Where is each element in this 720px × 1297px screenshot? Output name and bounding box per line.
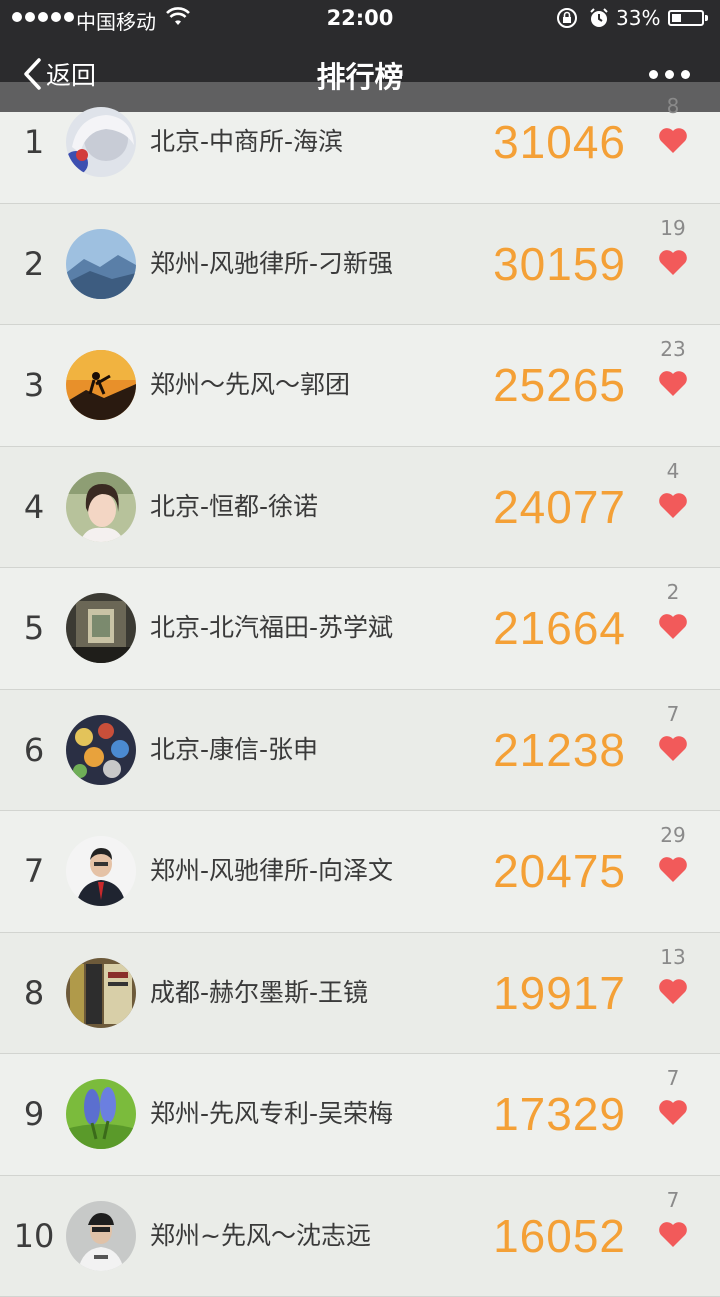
user-name: 郑州~先风～沈志远 — [150, 1176, 371, 1296]
rank-number: 1 — [12, 82, 56, 202]
more-dot-icon — [681, 70, 690, 79]
like-count: 23 — [650, 337, 696, 361]
avatar[interactable] — [66, 229, 136, 299]
score: 21664 — [493, 568, 626, 688]
battery-icon — [668, 10, 704, 26]
ranking-list: 1 北京-中商所-海滨 31046 8 2 郑州-风驰律所-刁新强 30159 19 3 郑州～先… — [0, 82, 720, 1297]
avatar[interactable] — [66, 958, 136, 1028]
heart-icon[interactable] — [658, 734, 688, 762]
ranking-row[interactable]: 5 北京-北汽福田-苏学斌 21664 2 — [0, 568, 720, 690]
score: 19917 — [493, 933, 626, 1053]
avatar[interactable] — [66, 593, 136, 663]
avatar[interactable] — [66, 836, 136, 906]
user-name: 北京-中商所-海滨 — [150, 82, 343, 202]
user-name: 郑州-风驰律所-刁新强 — [150, 204, 393, 324]
user-name: 郑州-风驰律所-向泽文 — [150, 811, 393, 931]
avatar[interactable] — [66, 715, 136, 785]
ranking-row[interactable]: 4 北京-恒都-徐诺 24077 4 — [0, 447, 720, 569]
like-count: 4 — [650, 459, 696, 483]
like-count: 2 — [650, 580, 696, 604]
rank-number: 6 — [12, 690, 56, 810]
rank-number: 9 — [12, 1054, 56, 1174]
score: 21238 — [493, 690, 626, 810]
score: 31046 — [493, 82, 626, 202]
heart-icon[interactable] — [658, 1098, 688, 1126]
score: 25265 — [493, 325, 626, 445]
score: 24077 — [493, 447, 626, 567]
score: 16052 — [493, 1176, 626, 1296]
rotation-lock-icon — [556, 7, 578, 33]
heart-icon[interactable] — [658, 855, 688, 883]
user-name: 成都-赫尔墨斯-王镜 — [150, 933, 368, 1053]
ranking-row[interactable]: 9 郑州-先风专利-吴荣梅 17329 7 — [0, 1054, 720, 1176]
heart-icon[interactable] — [658, 977, 688, 1005]
rank-number: 2 — [12, 204, 56, 324]
score: 20475 — [493, 811, 626, 931]
avatar[interactable] — [66, 472, 136, 542]
ranking-row[interactable]: 6 北京-康信-张申 21238 7 — [0, 690, 720, 812]
more-dot-icon — [649, 70, 658, 79]
rank-number: 3 — [12, 325, 56, 445]
ranking-row[interactable]: 8 成都-赫尔墨斯-王镜 19917 13 — [0, 933, 720, 1055]
like-count: 7 — [650, 1066, 696, 1090]
ranking-row[interactable]: 7 郑州-风驰律所-向泽文 20475 29 — [0, 811, 720, 933]
alarm-icon — [588, 7, 610, 33]
user-name: 郑州-先风专利-吴荣梅 — [150, 1054, 393, 1174]
like-count: 7 — [650, 702, 696, 726]
more-dot-icon — [665, 70, 674, 79]
rank-number: 5 — [12, 568, 56, 688]
like-count: 13 — [650, 945, 696, 969]
ranking-row[interactable]: 3 郑州～先风～郭团 25265 23 — [0, 325, 720, 447]
more-options-button[interactable] — [649, 70, 690, 79]
avatar[interactable] — [66, 350, 136, 420]
clock-time: 22:00 — [0, 6, 720, 30]
rank-number: 7 — [12, 811, 56, 931]
like-count: 29 — [650, 823, 696, 847]
avatar[interactable] — [66, 1079, 136, 1149]
heart-icon[interactable] — [658, 369, 688, 397]
status-bar: 中国移动 22:00 33% — [0, 0, 720, 36]
score: 17329 — [493, 1054, 626, 1174]
avatar[interactable] — [66, 107, 136, 177]
ranking-row[interactable]: 1 北京-中商所-海滨 31046 8 — [0, 82, 720, 204]
ranking-row[interactable]: 10 郑州~先风～沈志远 16052 7 — [0, 1176, 720, 1297]
user-name: 北京-康信-张申 — [150, 690, 318, 810]
battery-percentage: 33% — [616, 6, 660, 30]
rank-number: 4 — [12, 447, 56, 567]
heart-icon[interactable] — [658, 248, 688, 276]
like-count: 7 — [650, 1188, 696, 1212]
user-name: 北京-恒都-徐诺 — [150, 447, 318, 567]
ranking-row[interactable]: 2 郑州-风驰律所-刁新强 30159 19 — [0, 204, 720, 326]
rank-number: 8 — [12, 933, 56, 1053]
rank-number: 10 — [12, 1176, 56, 1296]
user-name: 郑州～先风～郭团 — [150, 325, 350, 445]
heart-icon[interactable] — [658, 612, 688, 640]
heart-icon[interactable] — [658, 1220, 688, 1248]
heart-icon[interactable] — [658, 126, 688, 154]
like-count: 8 — [650, 94, 696, 118]
like-count: 19 — [650, 216, 696, 240]
score: 30159 — [493, 204, 626, 324]
avatar[interactable] — [66, 1201, 136, 1271]
user-name: 北京-北汽福田-苏学斌 — [150, 568, 393, 688]
heart-icon[interactable] — [658, 491, 688, 519]
